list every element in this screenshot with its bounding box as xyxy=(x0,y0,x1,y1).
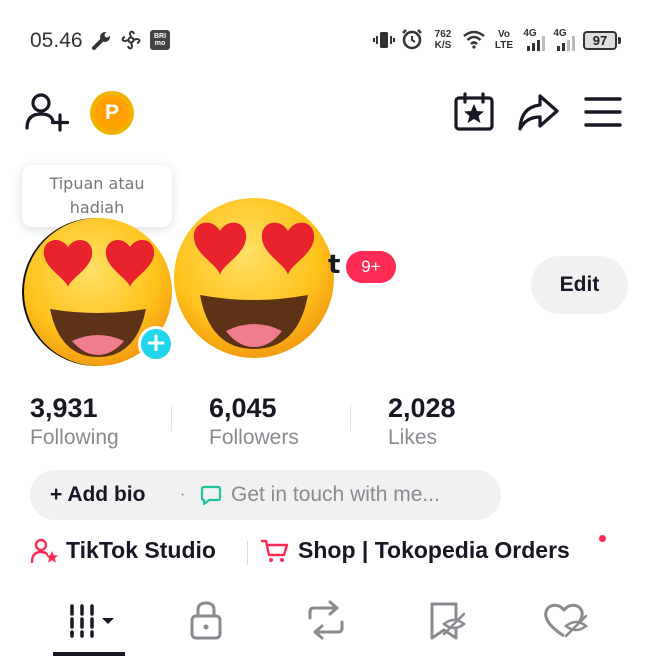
heart-eyes-emoji-icon xyxy=(174,198,334,358)
stat-followers[interactable]: 6,045 Followers xyxy=(209,393,299,450)
divider xyxy=(171,405,172,431)
add-photo-button[interactable]: + xyxy=(138,326,174,362)
brimo-app-icon: BRI mo xyxy=(150,30,170,50)
stat-value: 6,045 xyxy=(209,393,277,423)
tab-private[interactable] xyxy=(178,598,238,648)
fan-icon xyxy=(121,30,141,50)
person-star-icon xyxy=(30,538,59,564)
points-letter: P xyxy=(95,96,129,130)
wrench-icon xyxy=(92,32,110,50)
tab-favorites[interactable] xyxy=(418,598,478,648)
videos-grid-icon xyxy=(70,604,114,638)
bio-pill: + Add bio · Get in touch with me... xyxy=(30,470,501,520)
chat-bubble-icon xyxy=(200,485,222,506)
vibrate-icon xyxy=(373,32,395,48)
bio-separator: · xyxy=(180,485,186,504)
stat-value: 3,931 xyxy=(30,393,98,423)
network-speed: 762 K/S xyxy=(434,29,452,51)
wifi-icon xyxy=(463,30,485,49)
username: t xyxy=(328,250,341,280)
stat-label: Likes xyxy=(388,426,438,449)
signal-icon xyxy=(527,36,545,51)
liked-icon xyxy=(544,603,589,638)
repost-icon xyxy=(308,600,344,640)
active-tab-indicator xyxy=(53,652,125,656)
status-bar: 05.46 BRI mo 762 K/S Vo LTE 4G 4G 97 xyxy=(0,0,651,80)
stat-following[interactable]: 3,931 Following xyxy=(30,393,119,450)
signal-icon xyxy=(557,36,575,51)
lock-icon xyxy=(190,601,222,640)
tab-liked[interactable] xyxy=(538,598,598,648)
notification-dot xyxy=(599,535,606,542)
battery-indicator: 97 xyxy=(583,31,621,50)
tab-videos[interactable] xyxy=(58,598,118,648)
favorites-icon xyxy=(430,602,467,640)
calendar-star-icon[interactable] xyxy=(453,92,495,132)
tiktok-studio-link[interactable]: TikTok Studio xyxy=(66,537,216,564)
stat-likes[interactable]: 2,028 Likes xyxy=(388,393,456,450)
share-arrow-icon[interactable] xyxy=(516,92,560,132)
edit-profile-button[interactable]: Edit xyxy=(531,256,628,314)
hamburger-menu-icon[interactable] xyxy=(584,96,622,128)
contact-link[interactable]: Get in touch with me... xyxy=(231,470,440,520)
status-time: 05.46 xyxy=(30,29,83,52)
volte-indicator: Vo LTE xyxy=(494,29,514,51)
points-badge[interactable]: P xyxy=(90,91,134,135)
person-plus-icon[interactable] xyxy=(24,92,70,132)
stat-label: Following xyxy=(30,426,119,449)
alarm-icon xyxy=(402,29,422,50)
tooltip-line: Tipuan atau xyxy=(49,174,145,193)
stat-value: 2,028 xyxy=(388,393,456,423)
tab-reposts[interactable] xyxy=(298,598,358,648)
notification-badge[interactable]: 9+ xyxy=(346,251,396,283)
divider xyxy=(247,541,248,565)
divider xyxy=(350,405,351,431)
shop-orders-link[interactable]: Shop | Tokopedia Orders xyxy=(298,537,570,564)
add-bio-button[interactable]: + Add bio xyxy=(50,470,145,520)
shopping-cart-icon xyxy=(260,539,289,562)
stat-label: Followers xyxy=(209,426,299,449)
